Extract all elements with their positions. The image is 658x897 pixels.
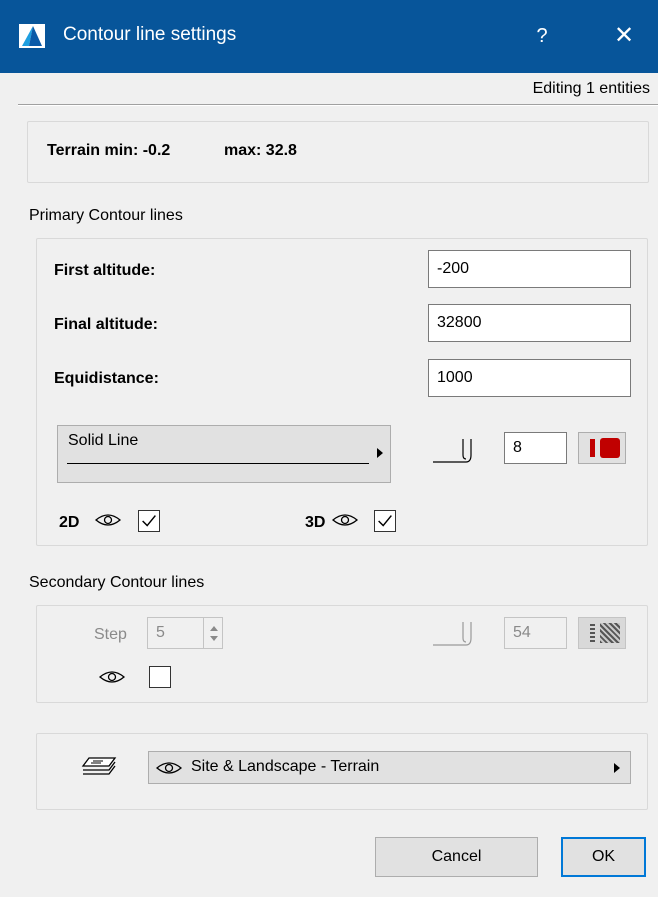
- show-2d-checkbox[interactable]: [138, 510, 160, 532]
- layer-arrow-icon: [614, 763, 620, 773]
- secondary-section-label: Secondary Contour lines: [29, 574, 205, 591]
- step-spinner[interactable]: [203, 618, 223, 648]
- layer-selector[interactable]: Site & Landscape - Terrain: [148, 751, 631, 784]
- equidistance-label: Equidistance:: [54, 370, 159, 387]
- primary-contour-group: First altitude: -200 Final altitude: 328…: [36, 238, 648, 546]
- ok-button[interactable]: OK: [561, 837, 646, 877]
- window-title: Contour line settings: [63, 24, 237, 45]
- spinner-down-icon: [210, 636, 218, 641]
- check-2d-icon: [142, 515, 156, 527]
- secondary-pen-icon: [433, 622, 472, 646]
- terrain-max-label: max: 32.8: [224, 142, 297, 159]
- terrain-min-label: Terrain min: -0.2: [47, 142, 171, 159]
- archicad-app-icon: [19, 24, 45, 48]
- step-value: 5: [156, 624, 165, 641]
- secondary-pen-thin-bar: [590, 624, 595, 642]
- eye-2d-icon: [95, 514, 121, 526]
- eye-3d-icon: [332, 514, 358, 526]
- show-secondary-checkbox[interactable]: [149, 666, 171, 688]
- pen-color-fill-box: [600, 438, 620, 458]
- line-type-label: Solid Line: [68, 432, 139, 449]
- layers-icon: [81, 757, 117, 775]
- final-altitude-label: Final altitude:: [54, 316, 158, 333]
- pen-color-swatch[interactable]: [578, 432, 626, 464]
- layer-name: Site & Landscape - Terrain: [191, 758, 380, 775]
- spinner-up-icon: [210, 626, 218, 631]
- eye-secondary-icon: [99, 671, 125, 683]
- equidistance-value: 1000: [437, 369, 473, 386]
- layer-eye-icon: [156, 762, 182, 774]
- first-altitude-value: -200: [437, 260, 470, 277]
- secondary-pen-value: 54: [513, 624, 531, 641]
- editing-status: Editing 1 entities: [532, 80, 650, 97]
- line-type-arrow-icon: [377, 448, 383, 458]
- view-2d-label: 2D: [59, 514, 80, 531]
- layer-group: Site & Landscape - Terrain: [36, 733, 648, 810]
- view-3d-label: 3D: [305, 514, 326, 531]
- pen-color-thin-bar: [590, 439, 595, 457]
- secondary-contour-group: Step 5 54: [36, 605, 648, 703]
- step-label: Step: [94, 626, 127, 643]
- line-type-selector[interactable]: Solid Line: [57, 425, 391, 483]
- secondary-pen-fill-box: [600, 623, 620, 643]
- secondary-pen-input[interactable]: 54: [504, 617, 567, 649]
- line-type-preview: [67, 463, 369, 464]
- terrain-info-group: Terrain min: -0.2 max: 32.8: [27, 121, 649, 183]
- first-altitude-label: First altitude:: [54, 262, 156, 279]
- primary-pen-input[interactable]: 8: [504, 432, 567, 464]
- final-altitude-value: 32800: [437, 314, 482, 331]
- primary-pen-value: 8: [513, 439, 522, 456]
- check-3d-icon: [378, 515, 392, 527]
- show-3d-checkbox[interactable]: [374, 510, 396, 532]
- equidistance-input[interactable]: 1000: [428, 359, 631, 397]
- title-bar: Contour line settings ? ✕: [0, 0, 658, 73]
- secondary-pen-swatch[interactable]: [578, 617, 626, 649]
- first-altitude-input[interactable]: -200: [428, 250, 631, 288]
- cancel-button[interactable]: Cancel: [375, 837, 538, 877]
- primary-section-label: Primary Contour lines: [29, 207, 183, 224]
- header-divider: [18, 104, 658, 106]
- help-button[interactable]: ?: [522, 22, 562, 50]
- final-altitude-input[interactable]: 32800: [428, 304, 631, 342]
- pen-icon: [433, 439, 472, 463]
- close-button[interactable]: ✕: [604, 20, 644, 52]
